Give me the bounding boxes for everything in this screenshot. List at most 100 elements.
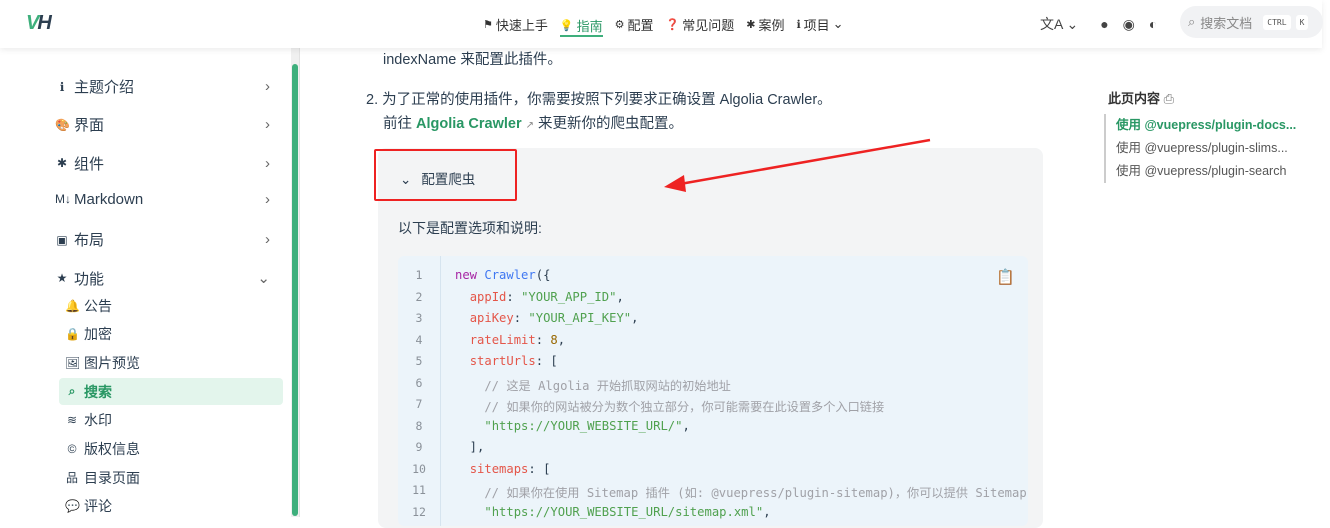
sidebar-group-label: 组件 bbox=[74, 155, 105, 173]
code-token: "YOUR_APP_ID" bbox=[521, 289, 617, 304]
toc-item[interactable]: 使用 @vuepress/plugin-slims... bbox=[1116, 137, 1296, 160]
sidebar-item-label: 目录页面 bbox=[84, 469, 140, 486]
line-number: 10 bbox=[412, 461, 426, 476]
code-line: 12 "https://YOUR_WEBSITE_URL/sitemap.xml… bbox=[398, 504, 771, 527]
code-token: rateLimit bbox=[469, 332, 536, 347]
line-number: 11 bbox=[412, 483, 426, 497]
code-token: ], bbox=[455, 440, 485, 454]
layout-icon: ▣ bbox=[56, 232, 68, 247]
sidebar-group[interactable]: ▣ 布局 › bbox=[55, 229, 275, 250]
code-token: : bbox=[506, 289, 522, 304]
code-line: 5 startUrls: [ bbox=[398, 354, 558, 376]
line-number: 4 bbox=[415, 332, 423, 347]
sidebar-group-label: 界面 bbox=[74, 117, 105, 135]
print-icon[interactable]: ⎙ bbox=[1164, 91, 1174, 106]
bell-icon: 🔔 bbox=[65, 298, 80, 313]
code-token: startUrls bbox=[469, 354, 536, 368]
nav-link[interactable]: 💡 指南 bbox=[559, 15, 603, 37]
nav-link-label: 指南 bbox=[576, 18, 603, 34]
nav-link[interactable]: ⚙ 配置 bbox=[615, 0, 654, 48]
algolia-crawler-link[interactable]: Algolia Crawler bbox=[416, 116, 522, 132]
sidebar-group[interactable]: M↓ Markdown › bbox=[55, 191, 275, 208]
chevron-right-icon: › bbox=[265, 78, 270, 95]
code-token: , bbox=[682, 418, 690, 433]
puzzle-icon: ✱ bbox=[746, 18, 756, 31]
line-number: 8 bbox=[415, 418, 423, 433]
divider bbox=[299, 48, 300, 517]
code-token: , bbox=[616, 289, 624, 304]
code-token: // 这是 Algolia 开始抓取网站的初始地址 bbox=[455, 378, 731, 393]
sidebar-group[interactable]: ✱ 组件 › bbox=[55, 153, 275, 174]
nav-link-label: 快速上手 bbox=[495, 17, 548, 33]
code-token: : bbox=[513, 311, 529, 325]
site-logo[interactable]: VH bbox=[26, 12, 52, 35]
code-line: 3 apiKey: "YOUR_API_KEY", bbox=[398, 311, 639, 333]
sidebar-item[interactable]: 🖼 图片预览 bbox=[59, 349, 283, 376]
chevron-down-icon: ⌄ bbox=[257, 270, 270, 287]
chevron-right-icon: › bbox=[265, 154, 270, 172]
markdown-icon: M↓ bbox=[55, 192, 71, 207]
toc-item[interactable]: 使用 @vuepress/plugin-search bbox=[1116, 160, 1296, 183]
code-token: , bbox=[631, 311, 639, 325]
lock-icon: 🔒 bbox=[65, 327, 80, 342]
nav-link[interactable]: ❓ 常见问题 bbox=[666, 0, 735, 48]
search-icon: ⌕ bbox=[1188, 14, 1196, 29]
nav-link[interactable]: ⚑ 快速上手 bbox=[483, 0, 548, 48]
top-navbar: VH ⚑ 快速上手 💡 指南 ⚙ 配置 ❓ 常见问题 ✱ 案例 ℹ 项目 ⌄ 文A ⌄ ● ◉ ◐ ⌕ … bbox=[0, 0, 1323, 48]
code-token: "YOUR_API_KEY" bbox=[528, 311, 632, 325]
sidebar-group[interactable]: 🎨 界面 › bbox=[55, 114, 275, 135]
sidebar: ℹ 主题介绍 › 🎨 界面 › ✱ 组件 › M↓ Markdown › ▣ 布局 › ★ 功能 ⌄ 🔔 公告 🔒 加密 🖼… bbox=[0, 48, 290, 517]
nav-link-label: 配置 bbox=[627, 17, 654, 33]
qq-icon[interactable]: ● bbox=[1100, 16, 1108, 32]
nav-link[interactable]: ℹ 项目 ⌄ bbox=[796, 0, 843, 48]
line-number: 9 bbox=[415, 440, 423, 454]
code-token: : [ bbox=[528, 461, 551, 476]
code-line: 6 // 这是 Algolia 开始抓取网站的初始地址 bbox=[398, 376, 731, 398]
sidebar-group-label: Markdown bbox=[74, 190, 144, 208]
copy-icon[interactable]: 📋 bbox=[996, 268, 1015, 286]
sidebar-item[interactable]: ⌕ 搜索 bbox=[59, 378, 283, 406]
line-number: 12 bbox=[412, 504, 426, 519]
sidebar-item-label: 评论 bbox=[84, 498, 112, 515]
goto-line: 前往 Algolia Crawler ↗ 来更新你的爬虫配置。 bbox=[383, 112, 683, 133]
nav-link-label: 项目 bbox=[803, 17, 830, 33]
nav-link[interactable]: ✱ 案例 bbox=[746, 0, 784, 48]
code-token: : [ bbox=[535, 354, 558, 368]
line-number: 3 bbox=[415, 311, 423, 325]
comment-icon: 💬 bbox=[65, 499, 80, 514]
theme-toggle-icon[interactable]: ◐ bbox=[1149, 16, 1157, 32]
sidebar-item[interactable]: 品目录页面 bbox=[59, 464, 283, 491]
sidebar-group[interactable]: ℹ 主题介绍 › bbox=[55, 76, 275, 97]
code-token: , bbox=[763, 504, 771, 519]
sidebar-item[interactable]: © 版权信息 bbox=[59, 436, 283, 463]
github-icon[interactable]: ◉ bbox=[1123, 16, 1135, 33]
toc-title: 此页内容 ⎙ bbox=[1108, 91, 1175, 106]
info-icon: ℹ bbox=[796, 18, 801, 31]
toc-item[interactable]: 使用 @vuepress/plugin-docs... bbox=[1116, 114, 1296, 137]
code-line: 8 "https://YOUR_WEBSITE_URL/", bbox=[398, 419, 690, 441]
sidebar-scrollbar[interactable] bbox=[291, 48, 299, 517]
kbd-ctrl: CTRL bbox=[1263, 14, 1291, 30]
sidebar-group[interactable]: ★ 功能 ⌄ bbox=[55, 268, 275, 289]
sidebar-item[interactable]: 🔒 加密 bbox=[59, 321, 283, 348]
sidebar-item-label: 公告 bbox=[84, 297, 112, 314]
sidebar-item[interactable]: ≋ 水印 bbox=[59, 407, 283, 434]
search-box[interactable]: ⌕ 搜索文档 CTRL K bbox=[1180, 6, 1323, 38]
sidebar-item[interactable]: 💬 评论 bbox=[59, 493, 283, 520]
toc-list: 使用 @vuepress/plugin-docs... 使用 @vuepress/… bbox=[1104, 114, 1296, 183]
code-token: sitemaps bbox=[469, 461, 529, 476]
language-icon[interactable]: 文A ⌄ bbox=[1040, 14, 1078, 34]
after-link-text: 来更新你的爬虫配置。 bbox=[538, 116, 684, 132]
code-line: 10 sitemaps: [ bbox=[398, 462, 550, 484]
sidebar-group-label: 主题介绍 bbox=[74, 79, 135, 96]
sidebar-item[interactable]: 🔔 公告 bbox=[59, 292, 283, 319]
info-icon: ℹ bbox=[59, 79, 65, 94]
sidebar-item-label: 图片预览 bbox=[84, 354, 140, 371]
chevron-right-icon: › bbox=[265, 231, 270, 249]
nav-link-label: 案例 bbox=[758, 17, 785, 33]
